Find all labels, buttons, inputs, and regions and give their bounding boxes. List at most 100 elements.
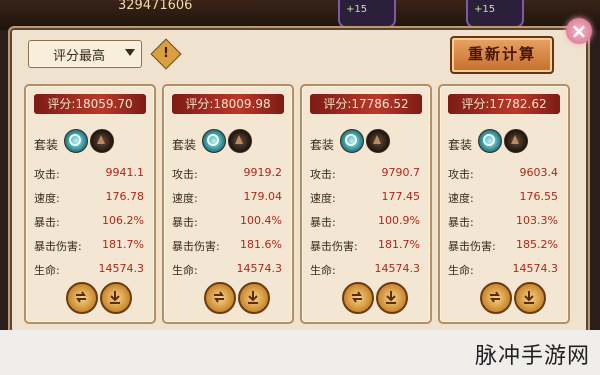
- equip-slot[interactable]: +15: [338, 0, 396, 28]
- set-icon-dark[interactable]: [228, 129, 252, 153]
- stat-value: 181.7%: [378, 238, 420, 251]
- stat-row-crit: 暴击: 100.9%: [310, 214, 422, 232]
- stat-value: 14574.3: [374, 262, 421, 275]
- stat-label: 速度:: [172, 192, 198, 205]
- stat-label: 暴击伤害:: [34, 240, 82, 253]
- stat-row-crit: 暴击: 100.4%: [172, 214, 284, 232]
- set-icon-dark[interactable]: [366, 129, 390, 153]
- stat-label: 速度:: [34, 192, 60, 205]
- stat-label: 生命:: [310, 264, 336, 277]
- stat-value: 100.4%: [240, 214, 282, 227]
- gear-card: 评分:17782.62 套装 攻击: 9603.4 速度: 176.55 暴击: 10…: [438, 84, 570, 324]
- score-banner: 评分:17786.52: [310, 94, 422, 114]
- slot-level: +15: [474, 4, 496, 15]
- set-icon-cyan[interactable]: [202, 129, 226, 153]
- stat-row-crit: 暴击: 103.3%: [448, 214, 560, 232]
- set-icon-dark[interactable]: [90, 129, 114, 153]
- stat-label: 暴击伤害:: [310, 240, 358, 253]
- swap-icon[interactable]: [480, 282, 512, 314]
- swap-icon[interactable]: [204, 282, 236, 314]
- close-button[interactable]: ×: [566, 18, 592, 44]
- stat-label: 暴击:: [172, 216, 198, 229]
- stat-value: 181.7%: [102, 238, 144, 251]
- stat-row-speed: 速度: 176.55: [448, 190, 560, 208]
- stat-row-hp: 生命: 14574.3: [310, 262, 422, 280]
- stat-value: 185.2%: [516, 238, 558, 251]
- stat-value: 106.2%: [102, 214, 144, 227]
- stat-label: 速度:: [310, 192, 336, 205]
- stat-row-speed: 速度: 176.78: [34, 190, 146, 208]
- stat-value: 177.45: [381, 190, 421, 203]
- stat-value: 100.9%: [378, 214, 420, 227]
- stat-value: 9603.4: [519, 166, 559, 179]
- stat-label: 暴击:: [34, 216, 60, 229]
- watermark: 脉冲手游网: [474, 344, 590, 369]
- stat-row-crit: 暴击: 106.2%: [34, 214, 146, 232]
- set-label: 套装: [448, 138, 473, 152]
- stat-row-crit-dmg: 暴击伤害: 181.7%: [310, 238, 422, 256]
- stat-row-attack: 攻击: 9603.4: [448, 166, 560, 184]
- set-label: 套装: [310, 138, 335, 152]
- stat-label: 攻击:: [34, 168, 60, 181]
- stat-value: 176.55: [519, 190, 559, 203]
- gear-card: 评分:17786.52 套装 攻击: 9790.7 速度: 177.45 暴击: 10…: [300, 84, 432, 324]
- stat-label: 生命:: [34, 264, 60, 277]
- stat-value: 179.04: [243, 190, 283, 203]
- equip-download-icon[interactable]: [238, 282, 270, 314]
- stat-row-crit-dmg: 暴击伤害: 181.6%: [172, 238, 284, 256]
- stat-value: 9790.7: [381, 166, 421, 179]
- set-label: 套装: [34, 138, 59, 152]
- equip-slot[interactable]: +15: [466, 0, 524, 28]
- stat-label: 攻击:: [310, 168, 336, 181]
- stat-label: 暴击伤害:: [172, 240, 220, 253]
- stat-row-attack: 攻击: 9919.2: [172, 166, 284, 184]
- stat-row-attack: 攻击: 9790.7: [310, 166, 422, 184]
- stat-value: 176.78: [105, 190, 145, 203]
- recalculate-button[interactable]: 重新计算: [450, 36, 554, 74]
- stat-label: 暴击:: [448, 216, 474, 229]
- stat-label: 生命:: [172, 264, 198, 277]
- stat-row-hp: 生命: 14574.3: [34, 262, 146, 280]
- resource-count: 329471606: [118, 0, 193, 13]
- warning-icon-glyph: !: [163, 46, 169, 61]
- stat-value: 9919.2: [243, 166, 283, 179]
- stat-row-hp: 生命: 14574.3: [172, 262, 284, 280]
- equip-download-icon[interactable]: [376, 282, 408, 314]
- stat-value: 103.3%: [516, 214, 558, 227]
- sort-selected-label: 评分最高: [53, 49, 106, 64]
- stat-label: 攻击:: [448, 168, 474, 181]
- gear-card: 评分:18009.98 套装 攻击: 9919.2 速度: 179.04 暴击: 10…: [162, 84, 294, 324]
- stat-value: 14574.3: [236, 262, 283, 275]
- score-banner: 评分:18059.70: [34, 94, 146, 114]
- stat-value: 9941.1: [105, 166, 145, 179]
- set-icon-cyan[interactable]: [340, 129, 364, 153]
- slot-level: +15: [346, 4, 368, 15]
- stat-row-hp: 生命: 14574.3: [448, 262, 560, 280]
- stat-label: 速度:: [448, 192, 474, 205]
- set-label: 套装: [172, 138, 197, 152]
- equip-download-icon[interactable]: [514, 282, 546, 314]
- stat-row-speed: 速度: 179.04: [172, 190, 284, 208]
- gear-card: 评分:18059.70 套装 攻击: 9941.1 速度: 176.78 暴击: 10…: [24, 84, 156, 324]
- chevron-down-icon: [125, 49, 135, 56]
- stat-label: 暴击伤害:: [448, 240, 496, 253]
- stat-value: 14574.3: [98, 262, 145, 275]
- swap-icon[interactable]: [66, 282, 98, 314]
- score-banner: 评分:18009.98: [172, 94, 284, 114]
- stat-value: 181.6%: [240, 238, 282, 251]
- stat-label: 生命:: [448, 264, 474, 277]
- stat-row-speed: 速度: 177.45: [310, 190, 422, 208]
- stat-row-crit-dmg: 暴击伤害: 185.2%: [448, 238, 560, 256]
- score-banner: 评分:17782.62: [448, 94, 560, 114]
- stat-row-attack: 攻击: 9941.1: [34, 166, 146, 184]
- swap-icon[interactable]: [342, 282, 374, 314]
- stat-label: 攻击:: [172, 168, 198, 181]
- equip-download-icon[interactable]: [100, 282, 132, 314]
- set-icon-cyan[interactable]: [478, 129, 502, 153]
- stat-row-crit-dmg: 暴击伤害: 181.7%: [34, 238, 146, 256]
- set-icon-cyan[interactable]: [64, 129, 88, 153]
- stat-label: 暴击:: [310, 216, 336, 229]
- sort-dropdown[interactable]: 评分最高: [28, 40, 142, 68]
- set-icon-dark[interactable]: [504, 129, 528, 153]
- stat-value: 14574.3: [512, 262, 559, 275]
